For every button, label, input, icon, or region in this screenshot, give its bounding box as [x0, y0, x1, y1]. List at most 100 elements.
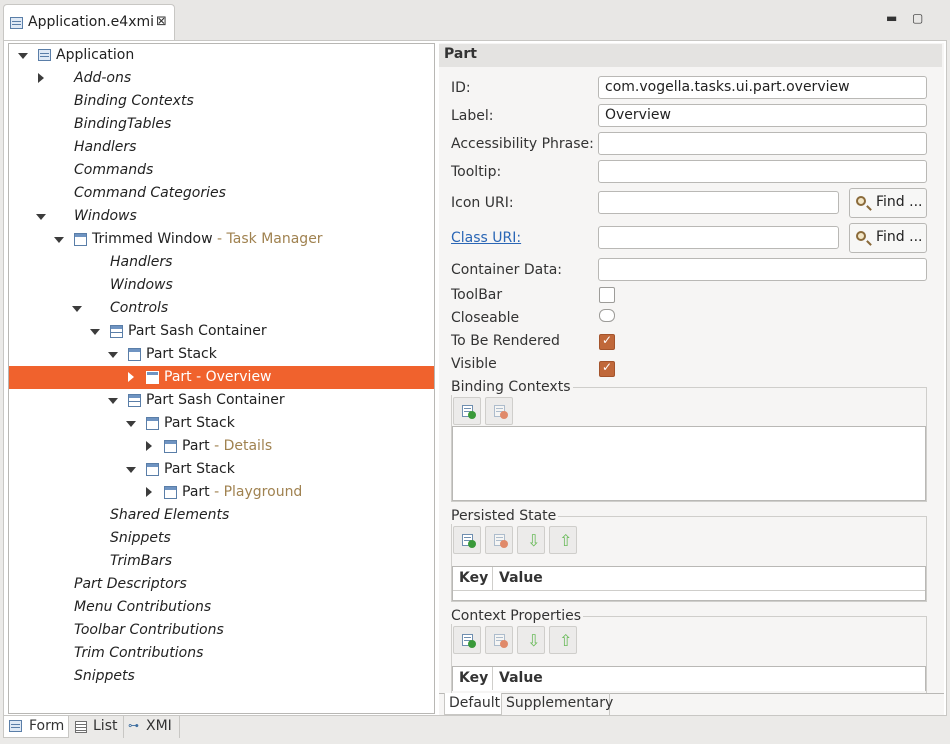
tree-row[interactable]: Windows [9, 205, 434, 228]
tree-row[interactable]: Snippets [9, 527, 434, 550]
magnifier-icon [856, 231, 866, 241]
maximize-icon[interactable]: ▢ [912, 11, 923, 25]
key-column-header[interactable]: Key [453, 567, 493, 590]
tree-node-label: Windows [74, 208, 137, 224]
add-binding-context-button[interactable] [453, 397, 481, 425]
tree-row[interactable]: Menu Contributions [9, 596, 434, 619]
chevron-down-icon[interactable] [90, 329, 100, 335]
tree-row-selected[interactable]: Part - Overview [9, 366, 434, 389]
move-down-button[interactable]: ⇩ [517, 526, 545, 554]
icon-uri-field[interactable] [598, 191, 839, 214]
tree-row[interactable]: Command Categories [9, 182, 434, 205]
tab-list[interactable]: List [69, 716, 124, 738]
tree-node-name: BindingTables [74, 116, 172, 132]
chevron-down-icon[interactable] [108, 352, 118, 358]
xmi-tree-icon: ⊶ [128, 719, 139, 732]
tree-node-label: Part - Playground [182, 484, 302, 500]
tree-node-suffix: - Details [209, 438, 273, 454]
tree-node-label: Part - Details [182, 438, 272, 454]
tree-row[interactable]: Application [9, 44, 434, 67]
chevron-down-icon[interactable] [126, 421, 136, 427]
remove-persisted-state-button[interactable] [485, 526, 513, 554]
tree-node-label: Part Stack [164, 415, 235, 431]
toolbar-checkbox[interactable] [599, 287, 615, 303]
toolbar-label: ToolBar [451, 287, 503, 303]
add-persisted-state-button[interactable] [453, 526, 481, 554]
add-context-property-button[interactable] [453, 626, 481, 654]
tree-row[interactable]: Part Stack [9, 343, 434, 366]
tooltip-field[interactable] [598, 160, 927, 183]
tree-row[interactable]: Add-ons [9, 67, 434, 90]
tree-node-label: Application [56, 47, 134, 63]
tree-row[interactable]: Trimmed Window - Task Manager [9, 228, 434, 251]
tree-row[interactable]: BindingTables [9, 113, 434, 136]
tree-row[interactable]: Part - Playground [9, 481, 434, 504]
tree-row[interactable]: Windows [9, 274, 434, 297]
icon-uri-find-button[interactable]: Find ... [849, 188, 927, 218]
class-uri-field[interactable] [598, 226, 839, 249]
application-icon [38, 49, 51, 61]
move-up-button[interactable]: ⇧ [549, 626, 577, 654]
chevron-down-icon[interactable] [54, 237, 64, 243]
class-uri-link[interactable]: Class URI: [451, 230, 521, 246]
key-column-header[interactable]: Key [453, 667, 493, 690]
tree-node-label: BindingTables [74, 116, 171, 132]
persisted-state-table[interactable]: Key Value [452, 566, 926, 601]
chevron-down-icon[interactable] [36, 214, 46, 220]
tree-row[interactable]: Shared Elements [9, 504, 434, 527]
context-properties-title: Context Properties [449, 608, 584, 624]
tree-row[interactable]: Part - Details [9, 435, 434, 458]
tree-node-label: Part Descriptors [74, 576, 187, 592]
tree-row[interactable]: Commands [9, 159, 434, 182]
binding-contexts-list[interactable] [452, 426, 926, 501]
add-icon [468, 640, 476, 648]
tree-row[interactable]: Snippets [9, 665, 434, 688]
tree-row[interactable]: Trim Contributions [9, 642, 434, 665]
chevron-down-icon[interactable] [126, 467, 136, 473]
visible-checkbox[interactable] [599, 360, 615, 377]
value-column-header[interactable]: Value [493, 667, 549, 690]
tree-row[interactable]: Part Sash Container [9, 389, 434, 412]
tree-node-name: Application [56, 47, 135, 63]
tree-node-label: Part Sash Container [146, 392, 285, 408]
chevron-down-icon[interactable] [18, 53, 28, 59]
remove-binding-context-button[interactable] [485, 397, 513, 425]
tree-row[interactable]: TrimBars [9, 550, 434, 573]
tree-row[interactable]: Handlers [9, 136, 434, 159]
tree-row[interactable]: Handlers [9, 251, 434, 274]
chevron-down-icon[interactable] [108, 398, 118, 404]
id-field[interactable]: com.vogella.tasks.ui.part.overview [598, 76, 927, 99]
tree-row[interactable]: Part Descriptors [9, 573, 434, 596]
context-properties-table[interactable]: Key Value [452, 666, 926, 691]
value-column-header[interactable]: Value [493, 567, 549, 590]
label-field[interactable]: Overview [598, 104, 927, 127]
close-icon[interactable]: ⊠ [156, 14, 167, 29]
tree-node-label: Snippets [74, 668, 135, 684]
move-down-button[interactable]: ⇩ [517, 626, 545, 654]
tab-form[interactable]: Form [3, 716, 69, 738]
move-up-button[interactable]: ⇧ [549, 526, 577, 554]
chevron-right-icon[interactable] [38, 73, 44, 83]
chevron-right-icon[interactable] [146, 487, 152, 497]
tree-row[interactable]: Part Stack [9, 412, 434, 435]
minimize-icon[interactable]: ▬ [886, 11, 897, 25]
tab-supplementary[interactable]: Supplementary [502, 693, 613, 715]
to-be-rendered-checkbox[interactable] [599, 333, 615, 350]
tab-xmi[interactable]: ⊶ XMI [124, 716, 180, 738]
chevron-down-icon[interactable] [72, 306, 82, 312]
tree-row[interactable]: Part Sash Container [9, 320, 434, 343]
tree-row[interactable]: Part Stack [9, 458, 434, 481]
editor-tab[interactable]: Application.e4xmi ⊠ [3, 4, 175, 40]
remove-context-property-button[interactable] [485, 626, 513, 654]
model-tree[interactable]: Application Add-ons Binding Contexts Bindin… [8, 43, 435, 714]
container-data-field[interactable] [598, 258, 927, 281]
tree-row[interactable]: Controls [9, 297, 434, 320]
tree-row[interactable]: Toolbar Contributions [9, 619, 434, 642]
chevron-right-icon[interactable] [128, 372, 134, 382]
closeable-checkbox[interactable] [599, 309, 615, 322]
tree-row[interactable]: Binding Contexts [9, 90, 434, 113]
class-uri-find-button[interactable]: Find ... [849, 223, 927, 253]
tab-default[interactable]: Default [444, 693, 502, 715]
accessibility-phrase-field[interactable] [598, 132, 927, 155]
chevron-right-icon[interactable] [146, 441, 152, 451]
